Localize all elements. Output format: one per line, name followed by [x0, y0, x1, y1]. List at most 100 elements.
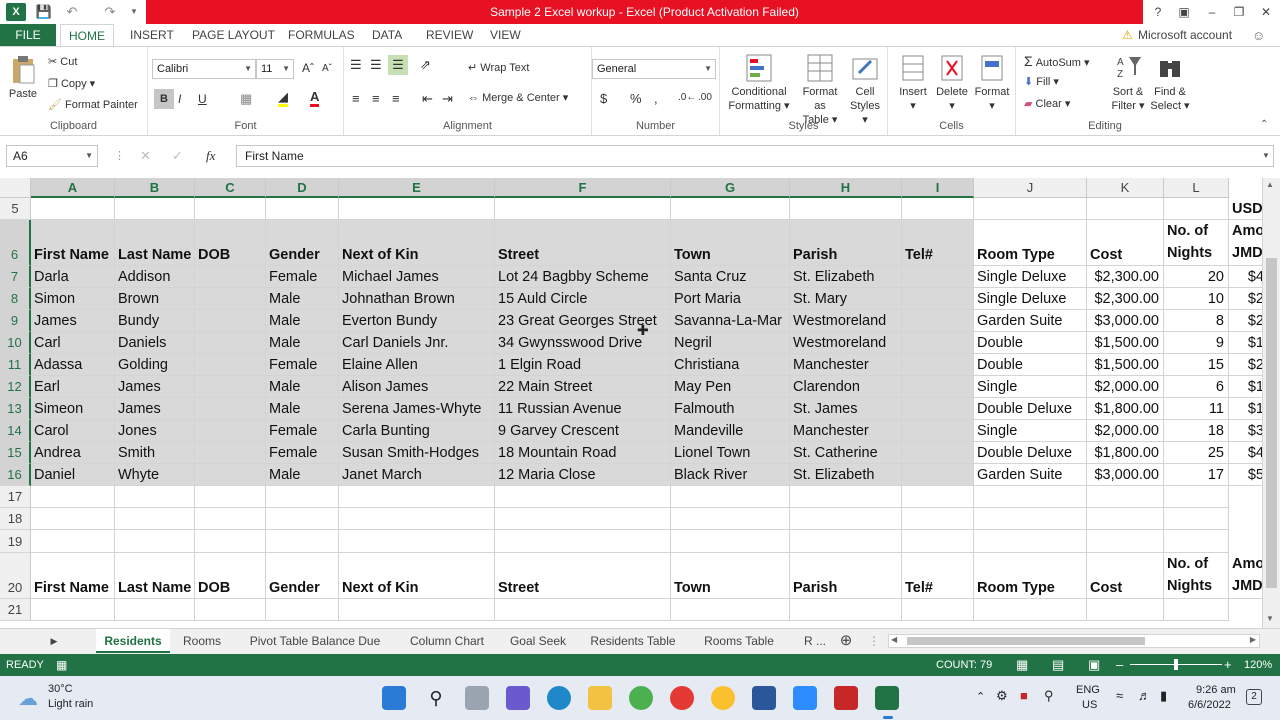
italic-button[interactable]: I	[178, 92, 181, 106]
orientation-icon[interactable]: ⇗	[420, 57, 431, 73]
data-cell[interactable]: 9 Garvey Crescent	[495, 420, 671, 442]
undo-icon[interactable]: ↶	[62, 3, 82, 21]
row-header[interactable]: 18	[0, 508, 31, 530]
grid-cell[interactable]	[1087, 508, 1164, 530]
header2-kin[interactable]: Next of Kin	[339, 553, 495, 599]
sheet-tab-more[interactable]: R ...	[792, 629, 838, 653]
close-icon[interactable]: ✕	[1254, 2, 1278, 22]
data-cell[interactable]: Single	[974, 420, 1087, 442]
grid-cell[interactable]	[495, 530, 671, 553]
data-cell[interactable]	[195, 464, 266, 486]
align-right-icon[interactable]: ≡	[392, 91, 400, 106]
decrease-decimal-icon[interactable]: .00	[698, 92, 712, 103]
data-cell[interactable]: Lionel Town	[671, 442, 790, 464]
data-cell[interactable]: Male	[266, 376, 339, 398]
grid-cell[interactable]	[1164, 599, 1229, 621]
data-cell[interactable]: Simeon	[31, 398, 115, 420]
data-cell[interactable]: St. James	[790, 398, 902, 420]
data-cell[interactable]: Bundy	[115, 310, 195, 332]
vertical-scroll-thumb[interactable]	[1266, 258, 1277, 588]
data-cell[interactable]: Brown	[115, 288, 195, 310]
data-cell[interactable]: $3,000.00	[1087, 310, 1164, 332]
data-cell[interactable]: Black River	[671, 464, 790, 486]
collapse-ribbon-icon[interactable]: ⌃	[1260, 119, 1268, 130]
sheet-tab-residents[interactable]: Residents	[96, 629, 170, 653]
row-header[interactable]: 15	[0, 442, 31, 464]
volume-icon[interactable]: ♬	[1138, 688, 1151, 703]
zoom-app-icon[interactable]	[793, 686, 817, 710]
data-cell[interactable]: $2,000.00	[1087, 376, 1164, 398]
data-cell[interactable]	[902, 376, 974, 398]
header2-nights-line2[interactable]: Nights	[1164, 575, 1229, 599]
align-top-icon[interactable]: ☰	[350, 57, 362, 73]
grid-cell[interactable]	[339, 486, 495, 508]
data-cell[interactable]: 6	[1164, 376, 1229, 398]
grid-cell[interactable]	[790, 508, 902, 530]
align-middle-icon[interactable]: ☰	[370, 57, 382, 73]
underline-button[interactable]: U	[198, 92, 207, 106]
data-cell[interactable]: Savanna-La-Mar	[671, 310, 790, 332]
sheet-tab-goal-seek[interactable]: Goal Seek	[502, 629, 574, 653]
grid-cell[interactable]	[495, 508, 671, 530]
grid-cell[interactable]	[495, 486, 671, 508]
data-cell[interactable]: Johnathan Brown	[339, 288, 495, 310]
tray-extra-icon[interactable]: ⚲	[1044, 688, 1054, 704]
paste-button[interactable]: Paste	[6, 55, 40, 101]
data-cell[interactable]: Double Deluxe	[974, 398, 1087, 420]
data-cell[interactable]: Double Deluxe	[974, 442, 1087, 464]
data-cell[interactable]: James	[115, 376, 195, 398]
header-room[interactable]: Room Type	[974, 220, 1087, 266]
data-cell[interactable]: Single Deluxe	[974, 288, 1087, 310]
select-all-corner[interactable]	[0, 178, 31, 198]
normal-view-icon[interactable]: ▦	[1016, 654, 1028, 676]
name-box[interactable]: A6 ▼	[6, 145, 98, 167]
zoom-thumb[interactable]	[1174, 659, 1178, 670]
data-cell[interactable]: Female	[266, 420, 339, 442]
data-cell[interactable]: $2	[1229, 310, 1262, 332]
data-cell[interactable]: Carl Daniels Jnr.	[339, 332, 495, 354]
data-cell[interactable]: Manchester	[790, 354, 902, 376]
data-cell[interactable]: 9	[1164, 332, 1229, 354]
data-cell[interactable]: Lot 24 Bagbby Scheme	[495, 266, 671, 288]
grid-cell[interactable]	[790, 486, 902, 508]
grid-cell[interactable]	[902, 530, 974, 553]
grid-cell[interactable]	[790, 599, 902, 621]
data-cell[interactable]: $1,500.00	[1087, 354, 1164, 376]
ribbon-display-icon[interactable]: ▣	[1172, 2, 1196, 22]
minimize-icon[interactable]: –	[1200, 2, 1224, 22]
data-cell[interactable]	[195, 310, 266, 332]
grid-cell[interactable]	[671, 599, 790, 621]
column-header-k[interactable]: K	[1087, 178, 1164, 198]
data-cell[interactable]: $5	[1229, 464, 1262, 486]
data-cell[interactable]: Simon	[31, 288, 115, 310]
cell-styles-button[interactable]: Cell Styles ▾	[846, 53, 884, 127]
data-cell[interactable]: 11	[1164, 398, 1229, 420]
insert-function-button[interactable]: fx	[206, 148, 215, 164]
data-cell[interactable]: St. Elizabeth	[790, 266, 902, 288]
data-cell[interactable]: Female	[266, 354, 339, 376]
data-cell[interactable]: $2,300.00	[1087, 288, 1164, 310]
header2-tel[interactable]: Tel#	[902, 553, 974, 599]
zoom-out-icon[interactable]: –	[1116, 654, 1123, 676]
clear-button[interactable]: ▰ Clear ▾	[1024, 97, 1070, 110]
data-cell[interactable]: Male	[266, 332, 339, 354]
header2-cost[interactable]: Cost	[1087, 553, 1164, 599]
data-cell[interactable]: Darla	[31, 266, 115, 288]
row-header[interactable]: 13	[0, 398, 31, 420]
data-cell[interactable]	[902, 310, 974, 332]
grid-cell[interactable]	[195, 599, 266, 621]
tab-data[interactable]: DATA	[364, 24, 410, 46]
row-header[interactable]: 10	[0, 332, 31, 354]
row-header[interactable]: 17	[0, 486, 31, 508]
vertical-scrollbar[interactable]: ▲ ▼	[1262, 178, 1280, 628]
column-header-f[interactable]: F	[495, 178, 671, 198]
data-cell[interactable]: 15	[1164, 354, 1229, 376]
grid-cell[interactable]	[974, 530, 1087, 553]
data-cell[interactable]: Christiana	[671, 354, 790, 376]
header2-gender[interactable]: Gender	[266, 553, 339, 599]
data-cell[interactable]: Female	[266, 266, 339, 288]
data-cell[interactable]: 10	[1164, 288, 1229, 310]
grid-cell[interactable]	[266, 530, 339, 553]
grid-cell[interactable]	[195, 198, 266, 220]
data-cell[interactable]: Daniels	[115, 332, 195, 354]
